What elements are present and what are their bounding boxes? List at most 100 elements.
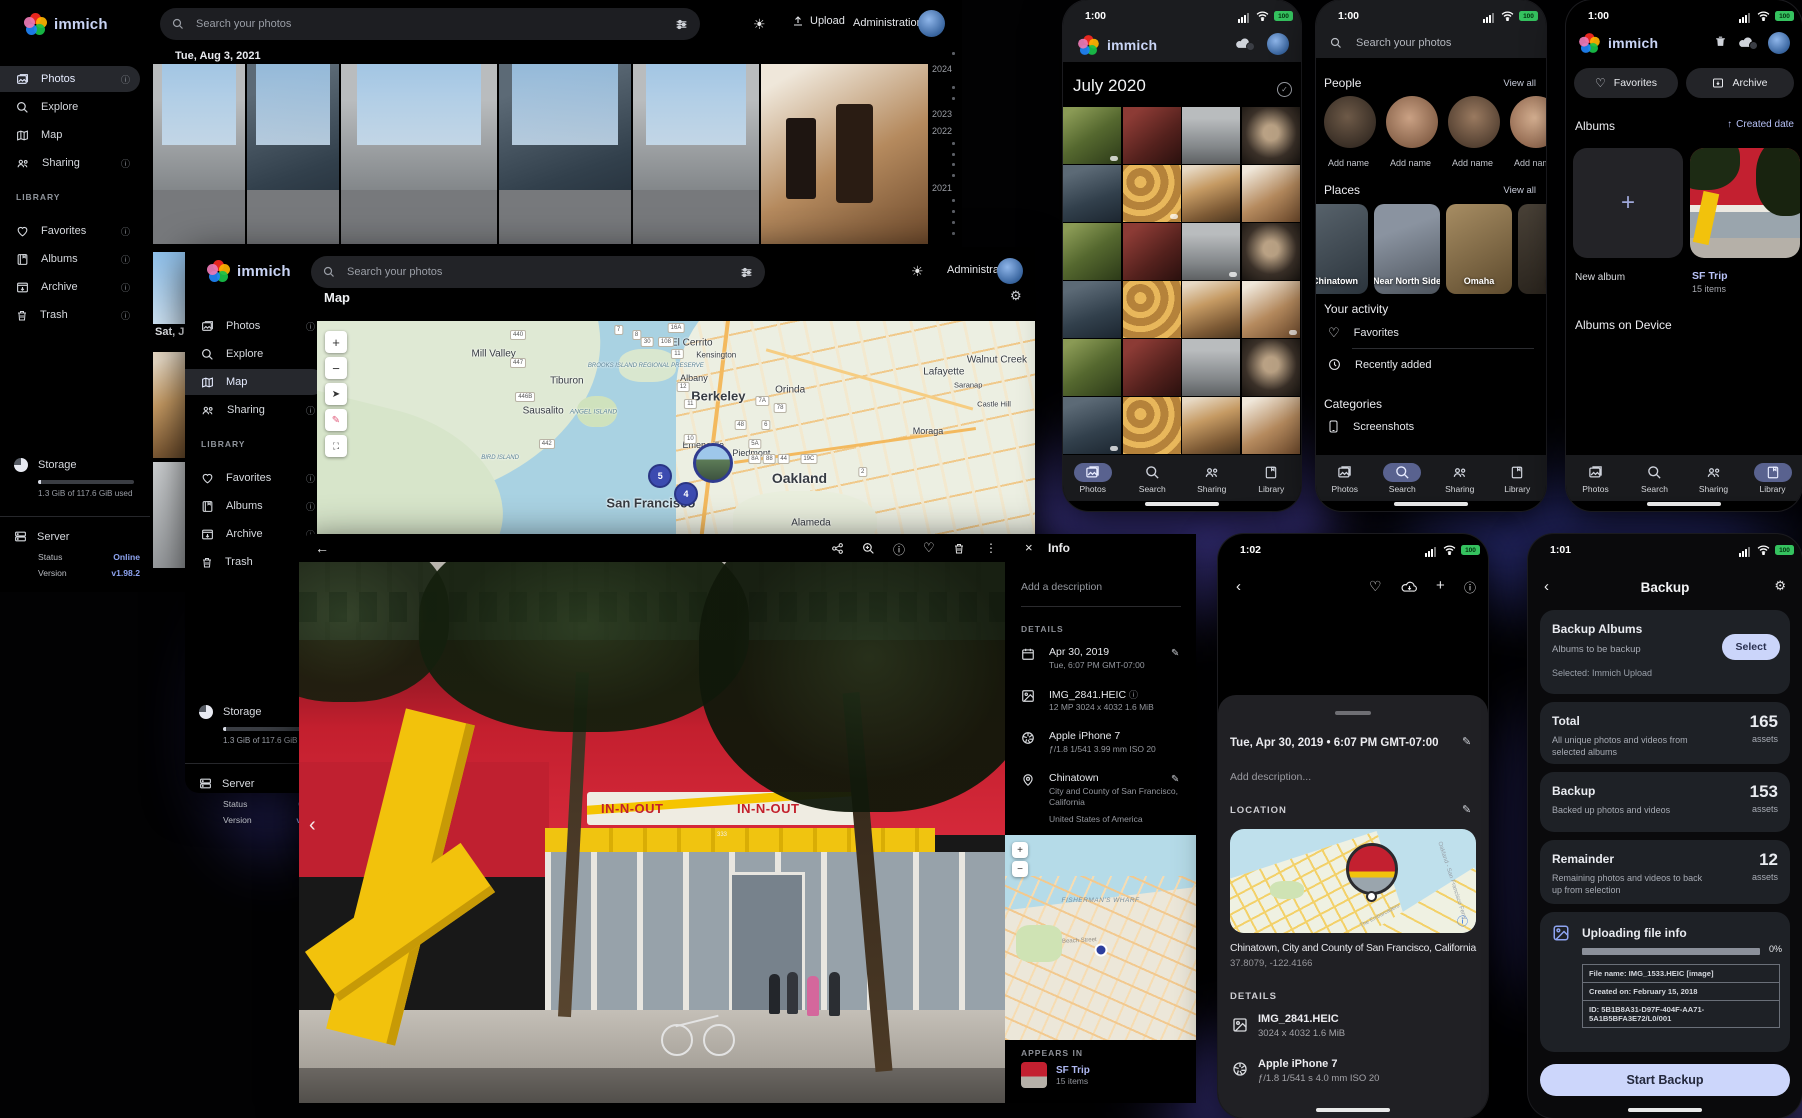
nav-item-sharing[interactable]: Sharing — [1188, 463, 1236, 494]
trash-icon[interactable] — [1714, 34, 1727, 48]
sidebar-item-explore[interactable]: Explore — [185, 341, 325, 367]
sidebar-item-sharing[interactable]: Sharingⓘ — [185, 397, 325, 423]
favorites-button[interactable]: ♡Favorites — [1574, 68, 1678, 98]
info-icon[interactable]: ⓘ — [306, 500, 315, 513]
sort-toggle[interactable]: ↑Created date — [1727, 119, 1794, 130]
screenshots-row[interactable]: Screenshots — [1328, 420, 1414, 433]
more-options-icon[interactable]: ⋮ — [985, 541, 997, 555]
sidebar-item-explore[interactable]: Explore — [0, 94, 140, 120]
photo-grid-tile[interactable] — [1123, 397, 1181, 454]
nav-item-photos[interactable]: Photos — [1572, 463, 1620, 494]
map-zoom-in-button[interactable]: + — [325, 331, 347, 353]
share-icon[interactable] — [831, 542, 844, 555]
photo-grid-tile[interactable] — [1242, 223, 1300, 280]
start-backup-button[interactable]: Start Backup — [1540, 1064, 1790, 1096]
nav-item-sharing[interactable]: Sharing — [1436, 463, 1484, 494]
user-avatar[interactable] — [1267, 33, 1289, 55]
map-locate-button[interactable]: ➤ — [325, 383, 347, 405]
user-avatar[interactable] — [997, 258, 1023, 284]
sheet-drag-handle[interactable] — [1335, 711, 1371, 715]
search-filter-icon[interactable] — [675, 18, 688, 31]
sidebar-item-map[interactable]: Map — [185, 369, 325, 395]
album-name[interactable]: SF Trip — [1692, 270, 1728, 282]
close-icon[interactable]: × — [1025, 540, 1033, 555]
person-avatar[interactable] — [1386, 96, 1438, 148]
search-bar[interactable] — [311, 256, 765, 288]
photo-thumbnail[interactable] — [341, 64, 497, 244]
sidebar-item-favorites[interactable]: Favoritesⓘ — [0, 218, 140, 244]
info-icon[interactable]: ⓘ — [306, 404, 315, 417]
map-draw-button[interactable]: ✎ — [325, 409, 347, 431]
sidebar-item-photos[interactable]: Photosⓘ — [0, 66, 140, 92]
photo-grid-tile[interactable] — [1182, 165, 1240, 222]
photo-grid-tile[interactable] — [1242, 339, 1300, 396]
location-map-card[interactable]: Oakland - San Francisco Ferry The Embarc… — [1230, 829, 1476, 933]
search-bar[interactable] — [160, 8, 700, 40]
nav-item-library[interactable]: Library — [1247, 463, 1295, 494]
photo-grid-tile[interactable] — [1182, 223, 1240, 280]
edit-location-pencil-icon[interactable]: ✎ — [1171, 774, 1179, 785]
photo-grid-tile[interactable] — [1123, 165, 1181, 222]
search-input[interactable] — [194, 17, 665, 31]
user-avatar[interactable] — [1768, 32, 1790, 54]
info-icon[interactable]: ⓘ — [306, 320, 315, 333]
administration-link[interactable]: Administration — [853, 17, 923, 29]
place-card[interactable]: Near North Side — [1374, 204, 1440, 294]
map-settings-gear-icon[interactable]: ⚙ — [1010, 288, 1022, 304]
photo-grid-tile[interactable] — [1063, 281, 1121, 338]
nav-item-photos[interactable]: Photos — [1069, 463, 1117, 494]
favorite-heart-icon[interactable]: ♡ — [1369, 578, 1382, 595]
album-link[interactable]: SF Trip 15 items — [1021, 1062, 1090, 1088]
user-avatar[interactable] — [918, 10, 945, 37]
photo-grid-tile[interactable] — [1063, 107, 1121, 164]
archive-button[interactable]: Archive — [1686, 68, 1794, 98]
sidebar-item-favorites[interactable]: Favoritesⓘ — [185, 465, 325, 491]
photo-grid-tile[interactable] — [1242, 397, 1300, 454]
settings-gear-icon[interactable]: ⚙ — [1774, 578, 1786, 594]
nav-item-search[interactable]: Search — [1128, 463, 1176, 494]
theme-toggle-icon[interactable]: ☀ — [753, 16, 766, 33]
file-info-icon[interactable]: ⓘ — [1129, 690, 1138, 700]
nav-item-library[interactable]: Library — [1749, 463, 1797, 494]
info-icon[interactable]: ⓘ — [121, 309, 130, 322]
photo-grid-tile[interactable] — [1123, 281, 1181, 338]
photo-grid-tile[interactable] — [1063, 223, 1121, 280]
place-card[interactable]: Pi — [1518, 204, 1546, 294]
photo-grid-tile[interactable] — [1242, 165, 1300, 222]
photo-grid-tile[interactable] — [1182, 397, 1240, 454]
photo-grid-tile[interactable] — [1063, 339, 1121, 396]
info-icon[interactable]: ⓘ — [306, 472, 315, 485]
photo-grid-tile[interactable] — [1242, 281, 1300, 338]
sidebar-item-map[interactable]: Map — [0, 122, 140, 148]
sidebar-item-sharing[interactable]: Sharingⓘ — [0, 150, 140, 176]
info-icon[interactable]: ⓘ — [893, 541, 905, 558]
photo-grid-tile[interactable] — [1123, 339, 1181, 396]
nav-item-photos[interactable]: Photos — [1321, 463, 1369, 494]
map-photo-marker[interactable] — [693, 443, 733, 483]
map-photo-cluster[interactable]: 4 — [674, 482, 698, 506]
map-zoom-out-button[interactable]: − — [325, 357, 347, 379]
description-field[interactable]: Add description... — [1230, 771, 1311, 783]
photo-grid-tile[interactable] — [1123, 223, 1181, 280]
photo-grid-tile[interactable] — [1182, 281, 1240, 338]
photo-thumbnail[interactable] — [633, 64, 759, 244]
add-name-link[interactable]: Add name — [1514, 158, 1546, 168]
sync-cloud-icon[interactable] — [1738, 35, 1756, 49]
search-input[interactable]: Search your photos — [1356, 37, 1451, 49]
upload-button[interactable]: Upload — [792, 15, 845, 27]
add-name-link[interactable]: Add name — [1328, 158, 1369, 168]
recently-added-row[interactable]: Recently added — [1328, 358, 1431, 371]
place-card[interactable]: Chinatown — [1316, 204, 1368, 294]
photo-grid-tile[interactable] — [1123, 107, 1181, 164]
sidebar-item-albums[interactable]: Albumsⓘ — [185, 493, 325, 519]
info-icon[interactable]: ⓘ — [121, 281, 130, 294]
sidebar-item-photos[interactable]: Photosⓘ — [185, 313, 325, 339]
add-name-link[interactable]: Add name — [1390, 158, 1431, 168]
location-minimap[interactable]: FISHERMAN'S WHARF Beach Street + − — [1005, 835, 1196, 1040]
photo-thumbnail[interactable] — [247, 64, 339, 244]
album-tile-sf-trip[interactable] — [1690, 148, 1800, 258]
new-album-tile[interactable]: + — [1573, 148, 1683, 258]
photo-grid-tile[interactable] — [1063, 165, 1121, 222]
theme-toggle-icon[interactable]: ☀ — [911, 263, 924, 280]
back-arrow-icon[interactable]: ← — [315, 540, 329, 556]
